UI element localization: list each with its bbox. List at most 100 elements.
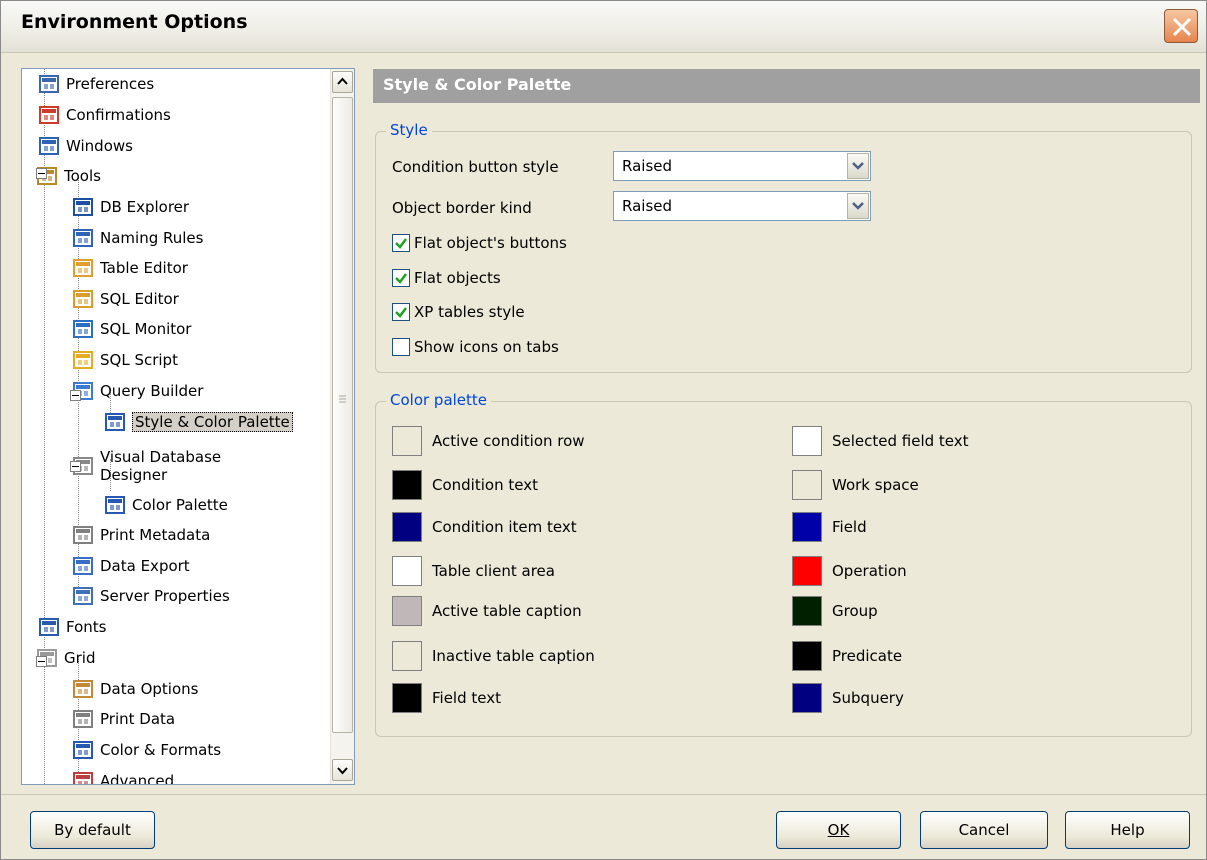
cancel-button[interactable]: Cancel bbox=[920, 811, 1048, 849]
color-palette-item[interactable]: Work space bbox=[792, 470, 919, 500]
tree-item[interactable]: SQL Monitor bbox=[72, 315, 191, 343]
color-swatch[interactable] bbox=[392, 683, 422, 713]
dropdown-arrow-icon[interactable] bbox=[847, 153, 869, 179]
tree-item[interactable]: SQL Script bbox=[72, 346, 178, 374]
color-label: Condition item text bbox=[432, 518, 577, 536]
tree-item[interactable]: Print Metadata bbox=[72, 521, 210, 549]
color-palette-item[interactable]: Field text bbox=[392, 683, 501, 713]
checkbox-label: Flat object's buttons bbox=[414, 234, 567, 252]
tree-item-label: Preferences bbox=[66, 75, 155, 93]
object-border-kind-select[interactable]: Raised bbox=[613, 191, 871, 221]
tree-item[interactable]: Visual Database Designer bbox=[72, 444, 221, 488]
cancel-label: Cancel bbox=[958, 821, 1010, 839]
color-swatch[interactable] bbox=[392, 596, 422, 626]
color-label: Operation bbox=[832, 562, 907, 580]
naming-rules-icon bbox=[72, 227, 94, 249]
tree-item[interactable]: Advanced bbox=[72, 767, 174, 784]
tree-item[interactable]: Server Properties bbox=[72, 582, 230, 610]
color-label: Inactive table caption bbox=[432, 647, 595, 665]
tree-item[interactable]: DB Explorer bbox=[72, 193, 189, 221]
color-swatch[interactable] bbox=[792, 596, 822, 626]
collapse-toggle[interactable] bbox=[36, 168, 47, 179]
help-button[interactable]: Help bbox=[1065, 811, 1190, 849]
color-palette-item[interactable]: Condition item text bbox=[392, 512, 577, 542]
color-palette-item[interactable]: Operation bbox=[792, 556, 907, 586]
color-swatch[interactable] bbox=[792, 470, 822, 500]
tree-item[interactable]: Preferences bbox=[38, 70, 154, 98]
tree-item[interactable]: Fonts bbox=[38, 613, 106, 641]
tree-item[interactable]: Style & Color Palette bbox=[104, 408, 293, 436]
color-palette-item[interactable]: Group bbox=[792, 596, 878, 626]
style-checkbox[interactable]: Show icons on tabs bbox=[392, 338, 559, 356]
color-swatch[interactable] bbox=[392, 641, 422, 671]
checkbox-label: Flat objects bbox=[414, 269, 501, 287]
tree-item[interactable]: Table Editor bbox=[72, 254, 188, 282]
style-checkbox[interactable]: XP tables style bbox=[392, 303, 525, 321]
tree-item[interactable]: Confirmations bbox=[38, 101, 171, 129]
ok-button[interactable]: OK bbox=[776, 811, 901, 849]
color-palette-item[interactable]: Selected field text bbox=[792, 426, 969, 456]
scroll-up-button[interactable] bbox=[332, 71, 353, 93]
color-swatch[interactable] bbox=[792, 641, 822, 671]
color-palette-item[interactable]: Active table caption bbox=[392, 596, 582, 626]
tree-item-label: Naming Rules bbox=[100, 229, 204, 247]
dropdown-arrow-icon[interactable] bbox=[847, 193, 869, 219]
color-swatch[interactable] bbox=[792, 426, 822, 456]
sql-monitor-icon bbox=[72, 318, 94, 340]
tree-item[interactable]: Print Data bbox=[72, 705, 175, 733]
color-palette-item[interactable]: Condition text bbox=[392, 470, 538, 500]
color-swatch[interactable] bbox=[392, 426, 422, 456]
tree-item-label: Query Builder bbox=[100, 382, 204, 400]
scroll-thumb[interactable] bbox=[332, 97, 353, 733]
options-tree[interactable]: Preferences Confirmations Windows Tools DB E… bbox=[21, 68, 355, 785]
style-checkbox[interactable]: Flat object's buttons bbox=[392, 234, 567, 252]
color-label: Table client area bbox=[432, 562, 555, 580]
collapse-toggle[interactable] bbox=[70, 461, 81, 472]
close-button[interactable] bbox=[1164, 9, 1198, 43]
sql-script-icon bbox=[72, 349, 94, 371]
checkbox-checked-icon[interactable] bbox=[392, 269, 410, 287]
tree-item[interactable]: Data Export bbox=[72, 552, 190, 580]
color-swatch[interactable] bbox=[792, 512, 822, 542]
title-bar[interactable]: Environment Options bbox=[1, 1, 1206, 53]
tree-item[interactable]: Data Options bbox=[72, 675, 198, 703]
color-palette-item[interactable]: Field bbox=[792, 512, 867, 542]
color-label: Work space bbox=[832, 476, 919, 494]
checkbox-checked-icon[interactable] bbox=[392, 234, 410, 252]
tree-item[interactable]: Naming Rules bbox=[72, 224, 203, 252]
tree-item[interactable]: Query Builder bbox=[72, 377, 203, 405]
color-palette-item[interactable]: Inactive table caption bbox=[392, 641, 595, 671]
scroll-down-button[interactable] bbox=[332, 759, 353, 781]
tree-item-label: Print Data bbox=[100, 710, 176, 728]
color-swatch[interactable] bbox=[392, 556, 422, 586]
tree-scrollbar[interactable] bbox=[330, 69, 354, 784]
advanced-icon bbox=[72, 770, 94, 784]
color-swatch[interactable] bbox=[792, 556, 822, 586]
tree-item[interactable]: Windows bbox=[38, 132, 133, 160]
tree-item-label: Confirmations bbox=[66, 106, 171, 124]
tree-item[interactable]: SQL Editor bbox=[72, 285, 179, 313]
tree-item[interactable]: Color Palette bbox=[104, 491, 228, 519]
tree-items: Preferences Confirmations Windows Tools DB E… bbox=[22, 69, 330, 784]
collapse-toggle[interactable] bbox=[36, 656, 47, 667]
chevron-up-icon bbox=[337, 77, 348, 85]
tree-item-label: Table Editor bbox=[100, 259, 188, 277]
color-palette-item[interactable]: Active condition row bbox=[392, 426, 585, 456]
style-checkbox[interactable]: Flat objects bbox=[392, 269, 501, 287]
by-default-button[interactable]: By default bbox=[30, 811, 155, 849]
condition-button-style-select[interactable]: Raised bbox=[613, 151, 871, 181]
checkbox-checked-icon[interactable] bbox=[392, 303, 410, 321]
tree-item-label: Grid bbox=[64, 649, 96, 667]
color-swatch[interactable] bbox=[392, 512, 422, 542]
color-swatch[interactable] bbox=[392, 470, 422, 500]
confirmations-icon bbox=[38, 104, 60, 126]
collapse-toggle[interactable] bbox=[70, 390, 81, 401]
color-palette-item[interactable]: Table client area bbox=[392, 556, 555, 586]
section-header: Style & Color Palette bbox=[373, 69, 1200, 103]
tree-item-label: Tools bbox=[64, 167, 101, 185]
color-palette-item[interactable]: Subquery bbox=[792, 683, 904, 713]
checkbox-unchecked-icon[interactable] bbox=[392, 338, 410, 356]
color-swatch[interactable] bbox=[792, 683, 822, 713]
tree-item[interactable]: Color & Formats bbox=[72, 736, 221, 764]
color-palette-item[interactable]: Predicate bbox=[792, 641, 902, 671]
